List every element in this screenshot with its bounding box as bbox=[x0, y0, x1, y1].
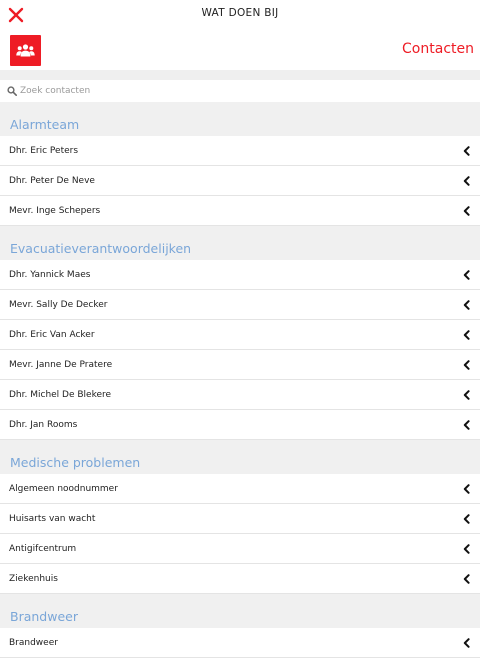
contact-name: Dhr. Jan Rooms bbox=[9, 419, 78, 430]
group-icon bbox=[16, 44, 35, 57]
top-bar: WAT DOEN BIJ bbox=[0, 0, 480, 30]
chevron-left-icon bbox=[463, 513, 470, 524]
contact-row[interactable]: Mevr. Sally De Decker bbox=[0, 290, 480, 320]
contact-list: Alarmteam Dhr. Eric Peters Dhr. Peter De N… bbox=[0, 102, 480, 658]
contact-name: Huisarts van wacht bbox=[9, 513, 96, 524]
page-title: WAT DOEN BIJ bbox=[201, 7, 279, 19]
contact-row[interactable]: Mevr. Inge Schepers bbox=[0, 196, 480, 226]
contact-name: Dhr. Peter De Neve bbox=[9, 175, 95, 186]
contact-row[interactable]: Ziekenhuis bbox=[0, 564, 480, 594]
chevron-left-icon bbox=[463, 543, 470, 554]
chevron-left-icon bbox=[463, 205, 470, 216]
spacer bbox=[0, 70, 480, 80]
contact-name: Mevr. Inge Schepers bbox=[9, 205, 101, 216]
contact-row[interactable]: Dhr. Eric Van Acker bbox=[0, 320, 480, 350]
contacts-header: Contacten bbox=[0, 30, 480, 70]
contact-row[interactable]: Dhr. Peter De Neve bbox=[0, 166, 480, 196]
contact-row[interactable]: Dhr. Yannick Maes bbox=[0, 260, 480, 290]
search-input[interactable] bbox=[20, 81, 460, 101]
contact-name: Dhr. Yannick Maes bbox=[9, 269, 91, 280]
contact-name: Algemeen noodnummer bbox=[9, 483, 118, 494]
contact-row[interactable]: Dhr. Michel De Blekere bbox=[0, 380, 480, 410]
contact-name: Brandweer bbox=[9, 637, 58, 648]
section-header: Evacuatieverantwoordelijken bbox=[0, 226, 480, 260]
contact-name: Dhr. Eric Van Acker bbox=[9, 329, 95, 340]
contact-row[interactable]: Brandweer bbox=[0, 628, 480, 658]
chevron-left-icon bbox=[463, 573, 470, 584]
contacts-logo bbox=[10, 35, 41, 66]
contact-name: Dhr. Eric Peters bbox=[9, 145, 79, 156]
contact-row[interactable]: Antigifcentrum bbox=[0, 534, 480, 564]
chevron-left-icon bbox=[463, 389, 470, 400]
contacts-heading: Contacten bbox=[402, 41, 474, 57]
chevron-left-icon bbox=[463, 419, 470, 430]
chevron-left-icon bbox=[463, 637, 470, 648]
chevron-left-icon bbox=[463, 299, 470, 310]
contact-row[interactable]: Algemeen noodnummer bbox=[0, 474, 480, 504]
contact-row[interactable]: Mevr. Janne De Pratere bbox=[0, 350, 480, 380]
contact-name: Mevr. Janne De Pratere bbox=[9, 359, 113, 370]
chevron-left-icon bbox=[463, 175, 470, 186]
chevron-left-icon bbox=[463, 483, 470, 494]
search-icon bbox=[7, 86, 17, 96]
section-header: Medische problemen bbox=[0, 440, 480, 474]
contact-name: Ziekenhuis bbox=[9, 573, 58, 584]
contact-name: Dhr. Michel De Blekere bbox=[9, 389, 112, 400]
contact-row[interactable]: Dhr. Jan Rooms bbox=[0, 410, 480, 440]
contact-row[interactable]: Huisarts van wacht bbox=[0, 504, 480, 534]
contact-row[interactable]: Dhr. Eric Peters bbox=[0, 136, 480, 166]
chevron-left-icon bbox=[463, 329, 470, 340]
chevron-left-icon bbox=[463, 359, 470, 370]
contact-name: Antigifcentrum bbox=[9, 543, 77, 554]
chevron-left-icon bbox=[463, 269, 470, 280]
contact-name: Mevr. Sally De Decker bbox=[9, 299, 108, 310]
section-header: Alarmteam bbox=[0, 102, 480, 136]
section-header: Brandweer bbox=[0, 594, 480, 628]
search-bar[interactable] bbox=[0, 80, 480, 102]
chevron-left-icon bbox=[463, 145, 470, 156]
